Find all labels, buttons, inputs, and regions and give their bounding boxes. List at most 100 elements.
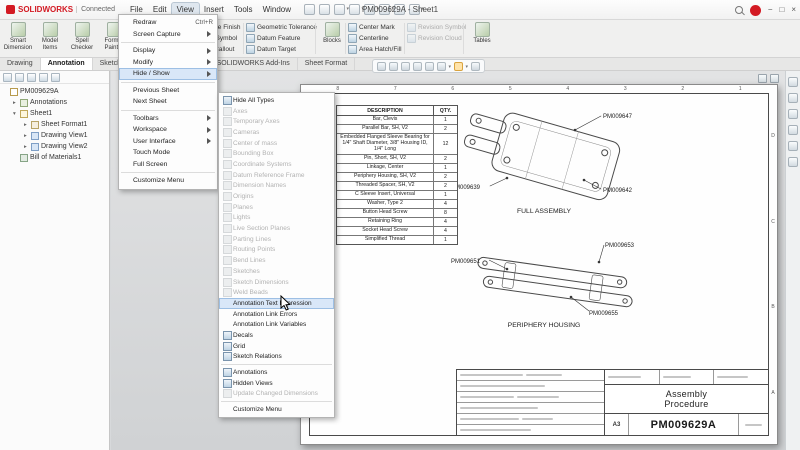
ribbon-small-button[interactable]: Datum Feature	[246, 33, 317, 44]
menu-item[interactable]: User Interface	[119, 136, 217, 148]
3d-drawing-view-icon[interactable]	[425, 62, 434, 71]
menu-item[interactable]: Sketch Relations	[219, 352, 334, 363]
menu-item[interactable]: Display	[119, 45, 217, 57]
menu-item[interactable]: Hidden Views	[219, 378, 334, 389]
menu-item[interactable]: Weld Beads	[219, 287, 334, 298]
menu-item[interactable]: Annotation Text Expression	[219, 298, 334, 309]
full-assembly-view[interactable]	[459, 102, 622, 202]
featuremanager-tab-icon[interactable]	[3, 73, 12, 82]
menu-item[interactable]: Modify	[119, 57, 217, 69]
ribbon-button[interactable]: Spell Checker	[66, 22, 98, 52]
menu-item[interactable]: Hide All Types	[219, 95, 334, 106]
maximize-button[interactable]: □	[779, 6, 784, 14]
menu-item[interactable]: Hide / Show	[119, 68, 217, 80]
menu-item[interactable]: Sketches	[219, 266, 334, 277]
menu-item[interactable]: Bounding Box	[219, 148, 334, 159]
displaymanager-tab-icon[interactable]	[51, 73, 60, 82]
menu-item[interactable]: Screen Capture	[119, 29, 217, 41]
menu-item[interactable]: Sketch Dimensions	[219, 277, 334, 288]
user-avatar[interactable]	[750, 5, 761, 16]
tree-expand-icon[interactable]: ▾	[13, 111, 20, 117]
ribbon-small-button[interactable]: Center Mark	[348, 22, 402, 33]
ribbon-small-button[interactable]: Geometric Tolerance	[246, 22, 317, 33]
menu-item[interactable]: Next Sheet	[119, 96, 217, 108]
menu-item[interactable]: Annotation Link Errors	[219, 309, 334, 320]
menu-item[interactable]: Customize Menu	[119, 175, 217, 187]
menu-item[interactable]: Routing Points	[219, 245, 334, 256]
view-settings-icon[interactable]	[437, 62, 446, 71]
ribbon-button[interactable]: Model Items	[34, 22, 66, 52]
new-file-icon[interactable]	[304, 4, 315, 15]
ribbon-small-button[interactable]: Revision Cloud	[407, 33, 466, 44]
ribbon-small-button[interactable]: Centerline	[348, 33, 402, 44]
tree-expand-icon[interactable]: ▸	[13, 100, 20, 106]
menu-item[interactable]: Center of mass	[219, 138, 334, 149]
menu-item[interactable]: Workspace	[119, 124, 217, 136]
menu-item[interactable]: Grid	[219, 341, 334, 352]
menu-item[interactable]: Bend Lines	[219, 255, 334, 266]
open-file-icon[interactable]	[319, 4, 330, 15]
save-icon[interactable]	[334, 4, 345, 15]
dimxpertmanager-tab-icon[interactable]	[39, 73, 48, 82]
drawing-sheet[interactable]: 87654321 DCBA DCBA	[300, 84, 778, 445]
blocks-button[interactable]: Blocks	[318, 22, 346, 44]
file-explorer-icon[interactable]	[788, 109, 798, 119]
print-icon[interactable]	[349, 4, 360, 15]
section-view-icon[interactable]	[413, 62, 422, 71]
custom-properties-icon[interactable]	[788, 157, 798, 167]
tree-item[interactable]: ▸ Drawing View2	[0, 141, 109, 152]
edit-appearance-icon[interactable]	[471, 62, 480, 71]
bom-table[interactable]: DESCRIPTION QTY. Bar, Clevis 1 Parallel …	[336, 105, 458, 245]
menu-item[interactable]: Dimension Names	[219, 181, 334, 192]
close-button[interactable]: ×	[791, 6, 796, 14]
propertymanager-tab-icon[interactable]	[15, 73, 24, 82]
menu-item[interactable]: Origins	[219, 191, 334, 202]
ribbon-button[interactable]: Smart Dimension	[2, 22, 34, 52]
menubar-item[interactable]: Window	[258, 3, 296, 16]
tree-item[interactable]: ▸ Annotations	[0, 97, 109, 108]
view-palette-icon[interactable]	[788, 125, 798, 135]
tree-item[interactable]: Bill of Materials1	[0, 152, 109, 163]
menu-item[interactable]: Full Screen	[119, 159, 217, 171]
menubar-item[interactable]: Tools	[229, 3, 258, 16]
menu-item[interactable]: Previous Sheet	[119, 85, 217, 97]
periphery-housing-view[interactable]	[475, 245, 635, 311]
menu-item[interactable]: Customize Menu	[219, 404, 334, 415]
tree-item[interactable]: PM009629A	[0, 86, 109, 97]
menu-item[interactable]: Datum Reference Frame	[219, 170, 334, 181]
menu-item[interactable]: Decals	[219, 330, 334, 341]
menu-item[interactable]: Lights	[219, 213, 334, 224]
command-tab[interactable]: Annotation	[41, 58, 93, 70]
design-library-icon[interactable]	[788, 93, 798, 103]
viewport-control-icon[interactable]	[770, 74, 779, 83]
hide-show-items-icon[interactable]	[454, 62, 463, 71]
menu-item[interactable]: Axes	[219, 106, 334, 117]
tree-expand-icon[interactable]: ▸	[24, 122, 31, 128]
tree-item[interactable]: ▸ Sheet Format1	[0, 119, 109, 130]
appearances-icon[interactable]	[788, 141, 798, 151]
minimize-button[interactable]: −	[768, 6, 773, 14]
menu-item[interactable]: Annotation Link Variables	[219, 319, 334, 330]
menu-item[interactable]: Annotations	[219, 367, 334, 378]
tree-item[interactable]: ▸ Drawing View1	[0, 130, 109, 141]
tree-item[interactable]: ▾ Sheet1	[0, 108, 109, 119]
menu-item[interactable]: Update Changed Dimensions	[219, 389, 334, 400]
ribbon-small-button[interactable]: Datum Target	[246, 44, 317, 55]
configurationmanager-tab-icon[interactable]	[27, 73, 36, 82]
tree-expand-icon[interactable]: ▸	[24, 133, 31, 139]
menu-item[interactable]: Planes	[219, 202, 334, 213]
menu-item[interactable]: Redraw Ctrl+R	[119, 17, 217, 29]
command-tab[interactable]: Sheet Format	[298, 58, 355, 70]
tree-expand-icon[interactable]: ▸	[24, 144, 31, 150]
menu-item[interactable]: Touch Mode	[119, 147, 217, 159]
ribbon-small-button[interactable]: Revision Symbol	[407, 22, 466, 33]
ribbon-small-button[interactable]: Area Hatch/Fill	[348, 44, 402, 55]
menu-item[interactable]: Cameras	[219, 127, 334, 138]
zoom-fit-icon[interactable]	[377, 62, 386, 71]
command-tab[interactable]: Drawing	[0, 58, 41, 70]
tables-button[interactable]: Tables	[468, 22, 496, 44]
menu-item[interactable]: Temporary Axes	[219, 116, 334, 127]
menu-item[interactable]: Toolbars	[119, 113, 217, 125]
menu-item[interactable]: Parting Lines	[219, 234, 334, 245]
zoom-area-icon[interactable]	[389, 62, 398, 71]
